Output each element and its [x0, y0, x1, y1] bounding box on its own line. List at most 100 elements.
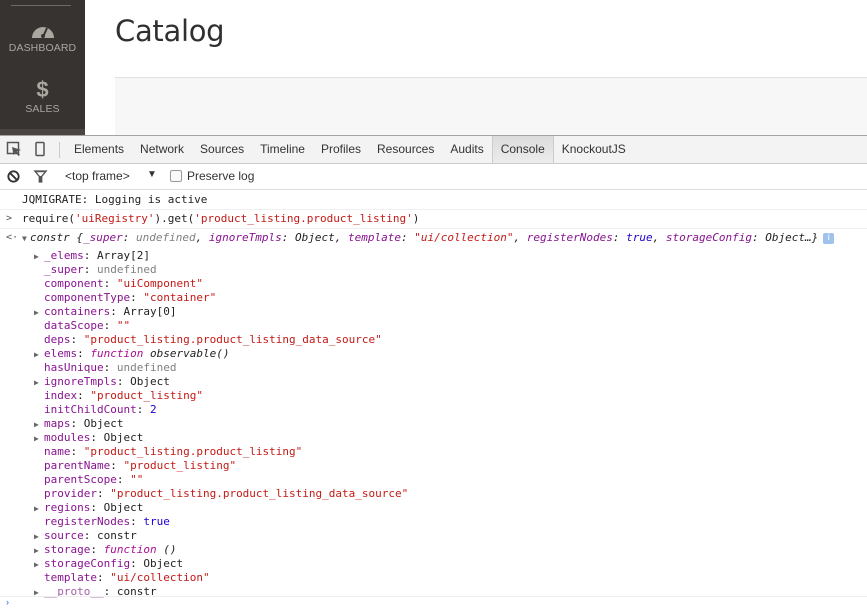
property-row[interactable]: ▶ ignoreTmpls: Object — [0, 375, 867, 389]
tab-network[interactable]: Network — [132, 136, 192, 163]
property-row[interactable]: ▶ elems: function observable() — [0, 347, 867, 361]
property-row: deps: "product_listing.product_listing_d… — [44, 333, 382, 346]
tab-elements[interactable]: Elements — [66, 136, 132, 163]
property-value: Object — [83, 417, 124, 430]
sidebar-item-label: DASHBOARD — [8, 42, 77, 54]
tab-timeline[interactable]: Timeline — [252, 136, 313, 163]
property-value: constr — [97, 529, 137, 542]
console-command: > require('uiRegistry').get('product_list… — [0, 210, 867, 229]
dollar-icon: $ — [36, 77, 49, 102]
admin-sidebar: DASHBOARD $ SALES — [0, 0, 85, 136]
property-row: _super: undefined — [44, 263, 157, 276]
property-key: registerNodes — [44, 515, 131, 528]
expand-triangle-icon[interactable]: ▶ — [34, 558, 42, 572]
property-row: initChildCount: 2 — [44, 403, 157, 416]
property-row: registerNodes: true — [44, 515, 170, 528]
property-value: Object — [103, 501, 144, 514]
inspect-element-icon[interactable] — [6, 141, 22, 157]
console-input[interactable]: › — [0, 596, 867, 609]
expand-triangle-icon[interactable]: ▶ — [34, 376, 42, 390]
property-key: modules — [44, 431, 91, 444]
property-value: "" — [116, 319, 131, 332]
expand-triangle-icon[interactable]: ▶ — [34, 418, 42, 432]
info-icon[interactable]: i — [823, 232, 835, 244]
expand-triangle-icon[interactable]: ▶ — [34, 502, 42, 516]
expand-triangle-icon[interactable]: ▶ — [34, 432, 42, 446]
expand-triangle-icon[interactable]: ▶ — [34, 544, 42, 558]
property-value: "ui/collection" — [110, 571, 210, 584]
property-row[interactable]: ▶ regions: Object — [0, 501, 867, 515]
property-value: "product_listing" — [90, 389, 203, 402]
property-key: parentName — [44, 459, 111, 472]
property-row[interactable]: ▶ containers: Array[0] — [0, 305, 867, 319]
object-properties: ▶ _elems: Array[2] _super: undefined compon… — [0, 249, 867, 599]
console-toolbar: <top frame> ▼ Preserve log — [0, 164, 867, 190]
preserve-log-checkbox[interactable]: Preserve log — [170, 169, 254, 183]
property-row: hasUnique: undefined — [44, 361, 177, 374]
devtools-tabs: Elements Network Sources Timeline Profil… — [66, 136, 634, 163]
expand-triangle-icon[interactable]: ▶ — [34, 306, 42, 320]
console-output: JQMIGRATE: Logging is active > require('u… — [0, 191, 867, 599]
expand-triangle-icon[interactable]: ▶ — [34, 530, 42, 544]
property-value: undefined — [116, 361, 177, 374]
sidebar-item-dashboard[interactable]: DASHBOARD — [0, 20, 85, 54]
property-value: Array[2] — [97, 249, 150, 262]
property-row[interactable]: ▶ _elems: Array[2] — [0, 249, 867, 263]
sidebar-item-label: SALES — [25, 103, 60, 115]
property-key: name — [44, 445, 71, 458]
property-value: "product_listing.product_listing" — [83, 445, 303, 458]
page-actions-panel — [115, 77, 867, 137]
expand-triangle-icon[interactable]: ▶ — [34, 250, 42, 264]
property-key: _super — [44, 263, 84, 276]
sidebar-divider — [11, 5, 71, 6]
property-value: function — [103, 543, 157, 556]
console-result-summary[interactable]: <· ▼ constr {_super: undefined, ignoreTmpl… — [0, 229, 867, 249]
property-value: "container" — [143, 291, 217, 304]
property-key: index — [44, 389, 78, 402]
property-row[interactable]: ▶ source: constr — [0, 529, 867, 543]
frame-dropdown-arrow-icon[interactable]: ▼ — [147, 169, 157, 180]
console-log-message: JQMIGRATE: Logging is active — [0, 191, 867, 210]
property-value: "product_listing" — [123, 459, 237, 472]
page-title: Catalog — [115, 14, 225, 48]
expanded-triangle-icon[interactable]: ▼ — [22, 230, 30, 248]
tab-resources[interactable]: Resources — [369, 136, 442, 163]
property-row: component: "uiComponent" — [44, 277, 203, 290]
property-key: componentType — [44, 291, 131, 304]
tab-sources[interactable]: Sources — [192, 136, 252, 163]
property-key: regions — [44, 501, 91, 514]
device-mode-icon[interactable] — [32, 141, 48, 157]
property-key: containers — [44, 305, 111, 318]
property-key: deps — [44, 333, 71, 346]
filter-icon[interactable] — [33, 169, 48, 184]
sidebar-item-sales[interactable]: $ SALES — [0, 77, 85, 116]
tab-profiles[interactable]: Profiles — [313, 136, 369, 163]
property-row: provider: "product_listing.product_listi… — [44, 487, 409, 500]
property-row: name: "product_listing.product_listing" — [44, 445, 303, 458]
property-value-signature: () — [156, 543, 177, 556]
property-row[interactable]: ▶ maps: Object — [0, 417, 867, 431]
property-key: storage — [44, 543, 91, 556]
property-value: Object — [103, 431, 144, 444]
expand-triangle-icon[interactable]: ▶ — [34, 348, 42, 362]
property-value: Object — [143, 557, 184, 570]
property-value: 2 — [149, 403, 157, 416]
property-value: "uiComponent" — [116, 277, 203, 290]
frame-selector[interactable]: <top frame> — [65, 169, 130, 183]
property-key: storageConfig — [44, 557, 131, 570]
property-value: "product_listing.product_listing_data_so… — [110, 487, 409, 500]
property-row[interactable]: ▶ modules: Object — [0, 431, 867, 445]
property-row: index: "product_listing" — [44, 389, 203, 402]
tab-audits[interactable]: Audits — [442, 136, 491, 163]
result-prompt-icon: <· — [6, 232, 19, 243]
preserve-log-label: Preserve log — [187, 169, 255, 183]
property-key: hasUnique — [44, 361, 104, 374]
tab-console[interactable]: Console — [491, 136, 554, 163]
toolbar-divider — [59, 142, 60, 158]
checkbox-box[interactable] — [170, 170, 182, 182]
property-row[interactable]: ▶ storage: function () — [0, 543, 867, 557]
property-row[interactable]: ▶ storageConfig: Object — [0, 557, 867, 571]
devtools-tabbar: Elements Network Sources Timeline Profil… — [0, 136, 867, 164]
clear-console-icon[interactable] — [6, 169, 21, 184]
tab-knockoutjs[interactable]: KnockoutJS — [554, 136, 634, 163]
